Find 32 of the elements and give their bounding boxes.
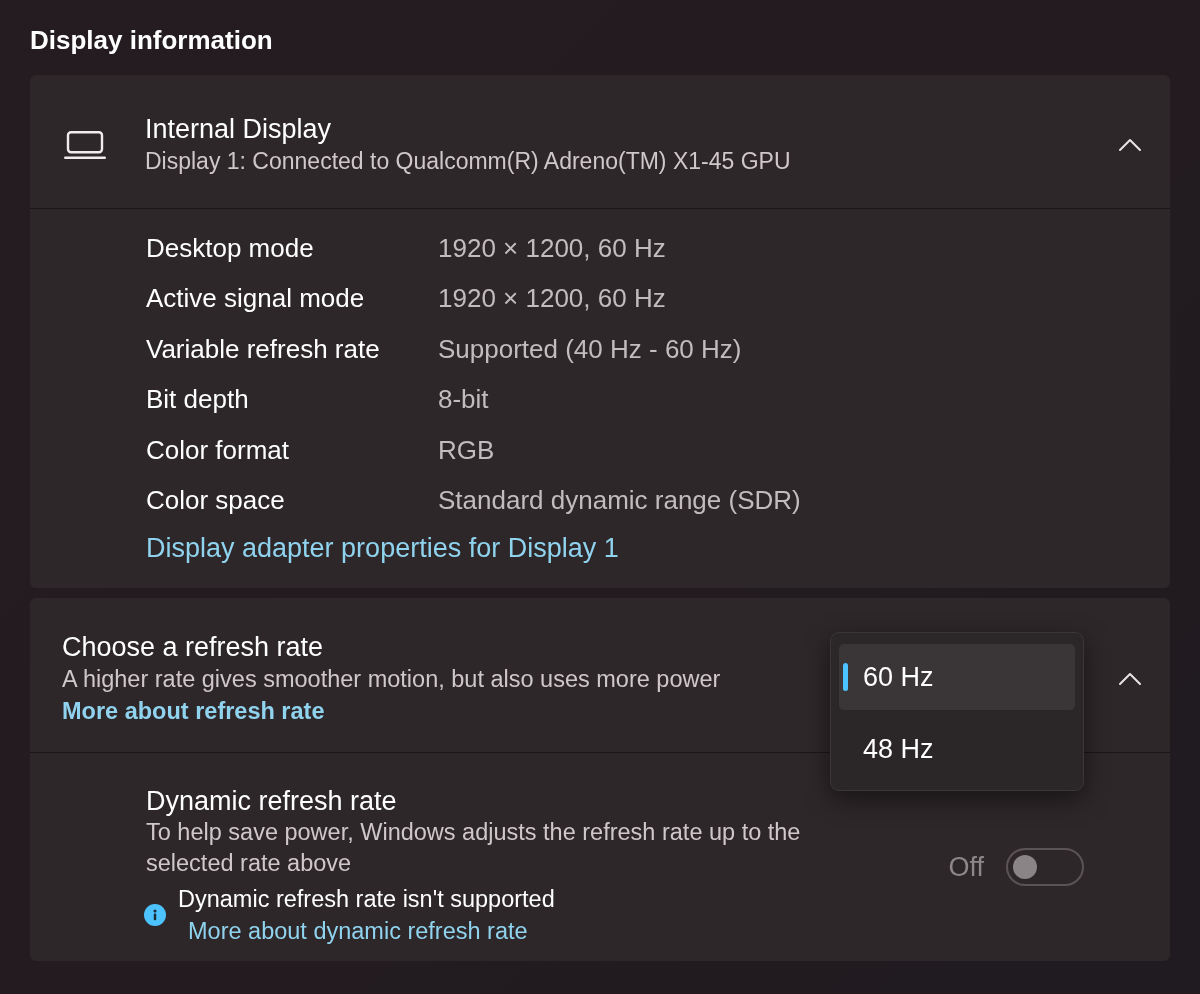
property-value: Supported (40 Hz - 60 Hz)	[438, 332, 742, 366]
selection-indicator-icon	[843, 663, 848, 691]
setting-title: Choose a refresh rate	[62, 631, 325, 663]
property-label: Active signal mode	[146, 282, 366, 316]
display-subtitle: Display 1: Connected to Qualcomm(R) Adreno(TM) X1-45 GPU	[145, 146, 791, 176]
collapse-button[interactable]	[1118, 672, 1142, 686]
property-label: Variable refresh rate	[146, 332, 381, 366]
section-title: Display information	[30, 24, 273, 57]
collapse-button[interactable]	[1118, 137, 1142, 152]
chevron-up-icon	[1118, 137, 1142, 152]
property-value: 1920 × 1200, 60 Hz	[438, 231, 666, 265]
chevron-up-icon	[1118, 672, 1142, 686]
setting-description: A higher rate gives smoother motion, but also uses more power	[62, 665, 721, 694]
property-label: Desktop mode	[146, 231, 315, 265]
property-label: Bit depth	[146, 383, 250, 417]
property-label: Color format	[146, 433, 291, 467]
menu-option[interactable]: 60 Hz	[839, 644, 1075, 710]
adapter-properties-link[interactable]: Display adapter properties for Display 1	[146, 533, 619, 563]
property-label: Color space	[146, 484, 286, 518]
property-value: RGB	[438, 433, 495, 467]
property-value: 8-bit	[438, 383, 489, 417]
property-value: Standard dynamic range (SDR)	[438, 484, 801, 518]
notice-text: Dynamic refresh rate isn't supported	[178, 885, 555, 914]
setting-title: Dynamic refresh rate	[146, 785, 398, 817]
toggle-state-label: Off	[948, 851, 984, 883]
property-value: 1920 × 1200, 60 Hz	[438, 282, 666, 316]
info-icon	[144, 904, 166, 926]
display-name: Internal Display	[145, 112, 333, 145]
menu-option[interactable]: 48 Hz	[839, 716, 1075, 782]
laptop-icon	[64, 130, 106, 159]
setting-description: To help save power, Windows adjusts the refresh rate up to the selected rate above	[146, 818, 802, 878]
refresh-rate-link[interactable]: More about refresh rate	[62, 695, 325, 727]
